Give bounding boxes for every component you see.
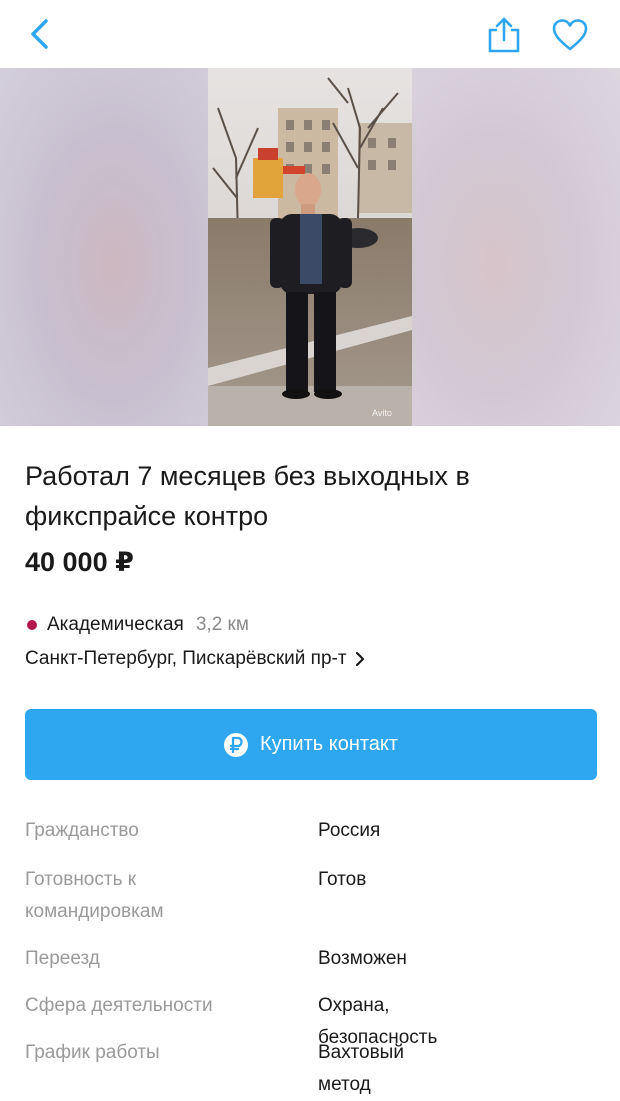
param-value: Вахтовый метод [318, 1042, 404, 1095]
metro-distance: 3,2 км [195, 614, 249, 635]
back-button[interactable] [18, 12, 62, 56]
photo-gallery[interactable]: Avito [0, 68, 620, 426]
param-value: Россия [318, 820, 381, 841]
address-link[interactable]: Санкт-Петербург, Пискарёвский пр-т [25, 648, 365, 670]
top-bar [0, 0, 620, 68]
share-icon [488, 17, 520, 53]
buy-contact-button[interactable]: Купить контакт [25, 709, 597, 780]
heart-icon [552, 19, 588, 51]
param-label: Сфера деятельности [25, 995, 213, 1016]
share-button[interactable] [482, 12, 526, 58]
blurred-backdrop-right [412, 68, 620, 426]
param-value: Готов [318, 869, 367, 890]
param-value: Возможен [318, 948, 407, 969]
listing-title: Работал 7 месяцев без выходных в фикспра… [25, 461, 470, 531]
chevron-left-icon [31, 19, 48, 49]
param-label: График работы [25, 1042, 160, 1063]
photo-watermark: Avito [372, 408, 392, 418]
ruble-icon [223, 732, 248, 757]
param-label: Готовность к командировкам [25, 869, 164, 922]
blurred-backdrop-left [0, 68, 208, 426]
buy-contact-label: Купить контакт [259, 733, 399, 755]
param-label: Переезд [25, 948, 100, 969]
address-text: Санкт-Петербург, Пискарёвский пр-т [25, 648, 347, 669]
metro-line-dot [27, 620, 37, 630]
chevron-right-icon [355, 651, 365, 667]
listing-photo[interactable] [208, 68, 412, 426]
listing-price: 40 000 ₽ [25, 547, 134, 577]
metro-station: Академическая [47, 614, 184, 635]
metro-info: Академическая 3,2 км [25, 614, 249, 636]
param-label: Гражданство [25, 820, 139, 841]
favorite-button[interactable] [548, 14, 592, 56]
